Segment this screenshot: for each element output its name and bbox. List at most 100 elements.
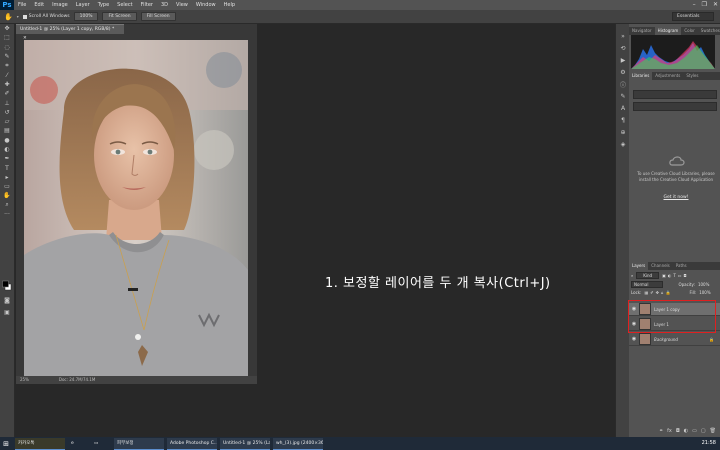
path-select-tool-icon[interactable]: ▸ <box>0 173 14 182</box>
blur-tool-icon[interactable]: ● <box>0 136 14 145</box>
menu-3d[interactable]: 3D <box>157 2 172 8</box>
more-tools-icon[interactable]: ··· <box>0 210 14 219</box>
search-icon: ⌕ <box>631 273 634 278</box>
adjustment-icon[interactable]: ◐ <box>684 428 688 436</box>
zoom-tool-icon[interactable]: ⌕ <box>0 201 14 210</box>
zoom-level[interactable]: 25% <box>20 376 29 384</box>
tab-channels[interactable]: Channels <box>648 262 673 270</box>
doc-size: Doc: 24.7M/74.1M <box>58 377 96 382</box>
menu-select[interactable]: Select <box>113 2 136 8</box>
marquee-tool-icon[interactable]: ⬚ <box>0 33 14 42</box>
filter-icons[interactable]: ▣◐T▭◘ <box>662 273 689 278</box>
gradient-tool-icon[interactable]: ▤ <box>0 126 14 135</box>
healing-brush-tool-icon[interactable]: ✚ <box>0 80 14 89</box>
folder-icon[interactable]: ▭ <box>692 428 697 436</box>
menu-image[interactable]: Image <box>48 2 72 8</box>
move-tool-icon[interactable]: ✥ <box>0 24 14 33</box>
crop-tool-icon[interactable]: ⌗ <box>0 61 14 70</box>
pen-tool-icon[interactable]: ✒ <box>0 154 14 163</box>
blend-mode-select[interactable]: Normal <box>631 281 664 288</box>
lasso-tool-icon[interactable]: ◌ <box>0 43 14 52</box>
photo-canvas[interactable] <box>24 40 248 376</box>
link-icon[interactable]: ⚭ <box>659 428 663 436</box>
collapse-icon[interactable]: » <box>616 30 630 42</box>
3d-icon[interactable]: ◈ <box>616 138 630 150</box>
character-icon[interactable]: A <box>616 102 630 114</box>
lock-icons[interactable]: ▦✐✥⌂🔒 <box>644 290 672 295</box>
brush-tool-icon[interactable]: ✐ <box>0 89 14 98</box>
paragraph-icon[interactable]: ¶ <box>616 114 630 126</box>
menu-view[interactable]: View <box>172 2 192 8</box>
fit-screen-button[interactable]: Fit Screen <box>102 12 137 21</box>
library-search-input[interactable] <box>633 102 717 111</box>
type-tool-icon[interactable]: T <box>0 163 14 172</box>
history-brush-tool-icon[interactable]: ↺ <box>0 108 14 117</box>
clone-source-icon[interactable]: ⊕ <box>616 126 630 138</box>
hand-tool-icon[interactable]: ✋ <box>0 191 14 200</box>
chevron-down-icon[interactable]: ▾ <box>17 14 19 19</box>
ie-icon[interactable]: e <box>68 438 88 449</box>
lock-icon: 🔒 <box>709 336 714 342</box>
properties-icon[interactable]: ⚙ <box>616 66 630 78</box>
mask-icon[interactable]: ◘ <box>676 428 680 436</box>
brush-presets-icon[interactable]: ✎ <box>616 90 630 102</box>
fill-screen-button[interactable]: Fill Screen <box>140 12 176 21</box>
tab-adjustments[interactable]: Adjustments <box>652 72 683 80</box>
tab-color[interactable]: Color <box>681 27 697 35</box>
workspace-switcher[interactable]: Essentials <box>672 12 714 21</box>
blend-row: Normal Opacity: 100% <box>631 281 718 288</box>
layer-row[interactable]: ◉ Background 🔒 <box>629 333 720 346</box>
hand-tool-icon[interactable]: ✋ <box>4 13 13 21</box>
eyedropper-tool-icon[interactable]: ⁄ <box>0 70 14 79</box>
menu-filter[interactable]: Filter <box>137 2 157 8</box>
eraser-tool-icon[interactable]: ▱ <box>0 117 14 126</box>
clone-stamp-tool-icon[interactable]: ⊥ <box>0 98 14 107</box>
quick-select-tool-icon[interactable]: ✎ <box>0 52 14 61</box>
zoom-100-button[interactable]: 100% <box>73 12 99 21</box>
taskbar-skin-retouch[interactable]: 피부보정 <box>114 437 164 450</box>
start-button[interactable]: ⊞ <box>0 437 12 450</box>
restore-button[interactable]: ❐ <box>702 0 707 10</box>
screen-mode-icon[interactable]: ▣ <box>0 308 14 317</box>
actions-icon[interactable]: ▶ <box>616 54 630 66</box>
layer-filter-row: ⌕ Kind ▣◐T▭◘ <box>631 272 718 279</box>
menu-layer[interactable]: Layer <box>72 2 94 8</box>
tab-histogram[interactable]: Histogram <box>654 27 682 35</box>
taskbar-kakaotalk[interactable]: 카카오톡 <box>15 437 65 450</box>
taskbar-image-viewer[interactable]: wh_(3).jpg (2400×36... <box>273 437 323 450</box>
minimize-button[interactable]: – <box>693 0 696 10</box>
taskbar-photoshop[interactable]: Adobe Photoshop C... <box>167 437 217 450</box>
menu-file[interactable]: File <box>14 2 30 8</box>
dodge-tool-icon[interactable]: ◐ <box>0 145 14 154</box>
visibility-eye-icon[interactable]: ◉ <box>629 336 639 342</box>
quick-mask-icon[interactable]: ◙ <box>0 296 14 305</box>
tab-layers[interactable]: Layers <box>629 262 649 270</box>
history-icon[interactable]: ⟲ <box>616 42 630 54</box>
fill-value[interactable]: 100% <box>699 290 710 295</box>
tab-navigator[interactable]: Navigator <box>629 27 655 35</box>
trash-icon[interactable]: 🗑 <box>710 428 716 436</box>
library-dropdown[interactable] <box>633 90 717 99</box>
menu-edit[interactable]: Edit <box>30 2 48 8</box>
new-layer-icon[interactable]: ▢ <box>701 428 706 436</box>
menu-help[interactable]: Help <box>220 2 239 8</box>
scroll-all-windows-checkbox[interactable]: Scroll All Windows <box>22 14 70 19</box>
menu-type[interactable]: Type <box>94 2 113 8</box>
document-status-bar: 25% Doc: 24.7M/74.1M <box>16 376 257 384</box>
folder-icon[interactable]: ▭ <box>91 438 111 449</box>
menu-window[interactable]: Window <box>192 2 220 8</box>
filter-kind-select[interactable]: Kind <box>636 272 660 279</box>
shape-tool-icon[interactable]: ▭ <box>0 182 14 191</box>
info-icon[interactable]: ⓘ <box>616 78 630 90</box>
tab-paths[interactable]: Paths <box>673 262 690 270</box>
get-it-now-link[interactable]: Get it now! <box>636 195 716 200</box>
tab-swatches[interactable]: Swatches <box>698 27 720 35</box>
tab-styles[interactable]: Styles <box>683 72 701 80</box>
fx-icon[interactable]: fx <box>667 428 672 436</box>
taskbar-untitled[interactable]: Untitled-1 @ 25% (La... <box>220 437 270 450</box>
close-button[interactable]: ✕ <box>713 0 718 10</box>
tab-libraries[interactable]: Libraries <box>629 72 653 80</box>
document-tab[interactable]: Untitled-1 @ 25% (Layer 1 copy, RGB/8) *… <box>16 24 124 41</box>
color-swatches-icon[interactable] <box>2 280 12 292</box>
opacity-value[interactable]: 100% <box>698 282 709 287</box>
